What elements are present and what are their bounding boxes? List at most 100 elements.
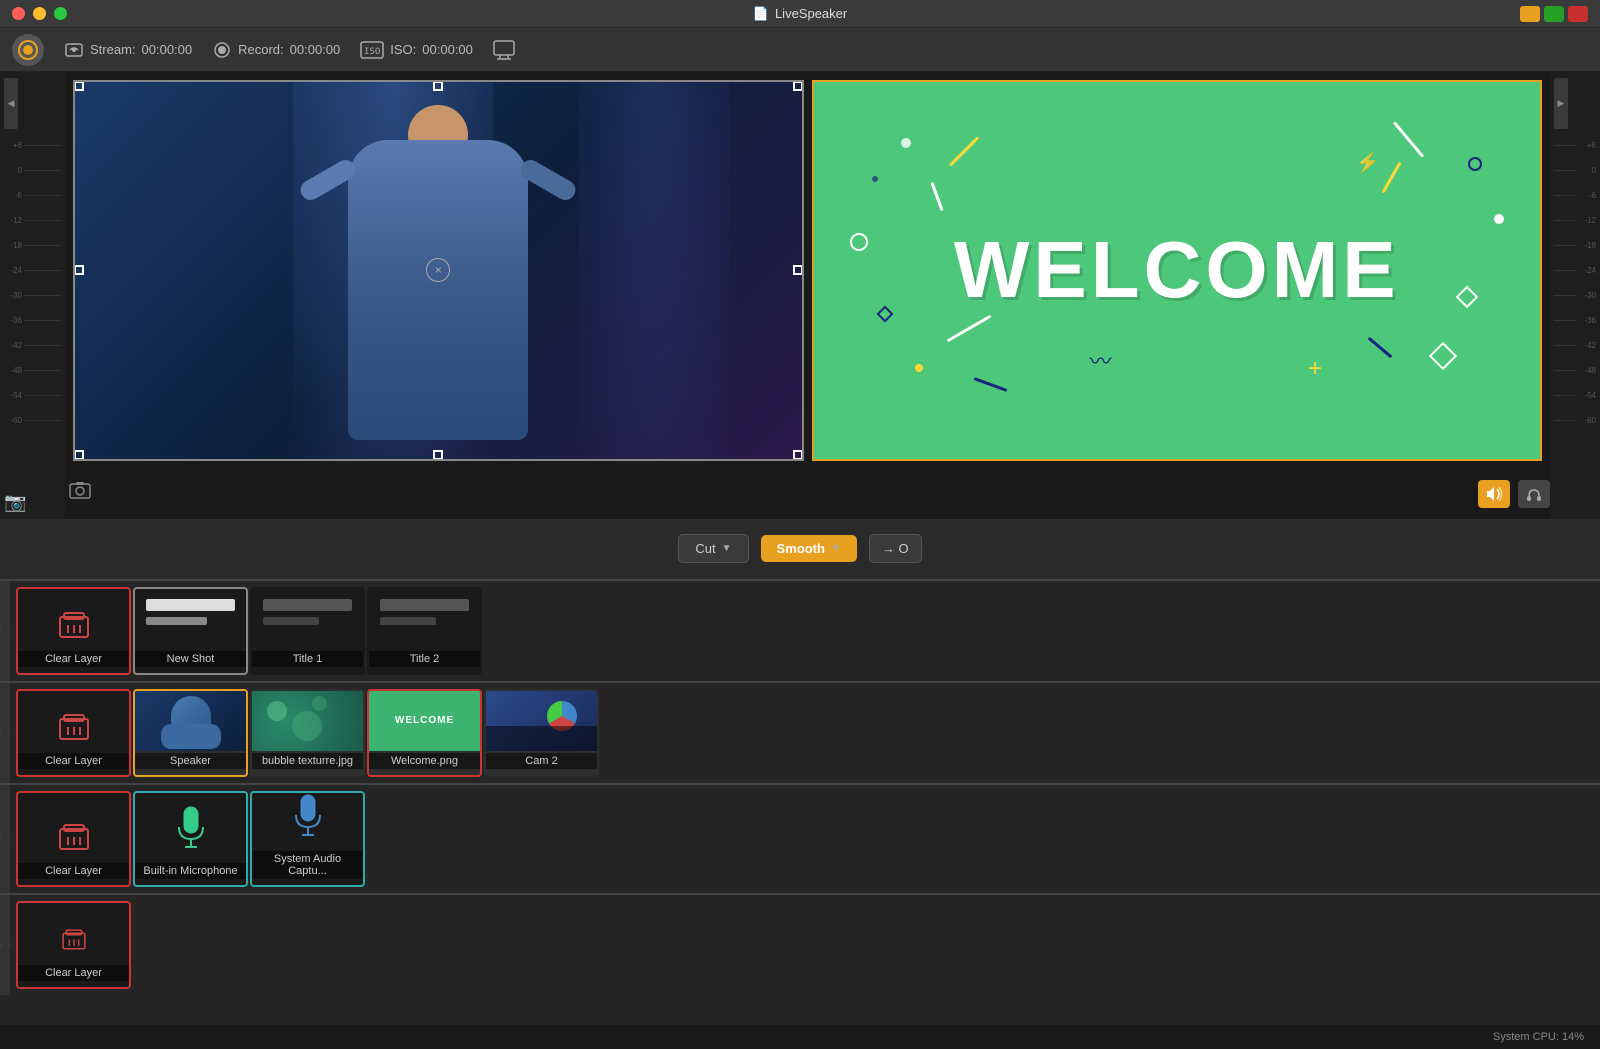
- shot-speaker[interactable]: Speaker: [133, 689, 248, 777]
- title-bar: 📄 LiveSpeaker: [0, 0, 1600, 28]
- system-audio-icon: [290, 793, 326, 845]
- layer-1-handle[interactable]: ⋮⋮: [0, 581, 10, 681]
- layer-3-handle[interactable]: ⋮⋮: [0, 785, 10, 893]
- crop-handle-br[interactable]: [793, 450, 803, 460]
- collapse-left-btn[interactable]: ◀: [4, 78, 18, 129]
- cpu-value: 14%: [1562, 1031, 1584, 1043]
- title-bar-window-buttons[interactable]: [1520, 6, 1588, 22]
- vu-scale--48: -48: [4, 358, 61, 383]
- layer-row-1: ⋮⋮ Clear Layer New: [0, 579, 1600, 681]
- clear-layer-1-label: Clear Layer: [18, 651, 129, 667]
- crop-handle-mr[interactable]: [793, 265, 803, 275]
- close-button[interactable]: [12, 7, 25, 20]
- layer-2-handle[interactable]: ⋮⋮: [0, 683, 10, 783]
- builtin-mic-label: Built-in Microphone: [135, 863, 246, 879]
- cut-button[interactable]: Cut ▼: [678, 534, 748, 563]
- speaker-output-btn[interactable]: [1478, 480, 1510, 508]
- transition-controls: Cut ▼ Smooth ▼ → O: [0, 519, 1600, 579]
- vu-r--48: -48: [1554, 358, 1596, 383]
- cut-chevron: ▼: [722, 543, 732, 554]
- layer-row-3: ⋮⋮ Clear Layer: [0, 783, 1600, 893]
- builtin-mic-icon: [173, 805, 209, 857]
- layer-4-items: Clear Layer: [10, 895, 1600, 995]
- vu-r--54: -54: [1554, 383, 1596, 408]
- clear-layer-icon-3: [54, 819, 94, 859]
- maximize-button[interactable]: [54, 7, 67, 20]
- vu-meter-right: ▶ +6 0 -6 -12 -18: [1550, 72, 1600, 519]
- new-shot-label: New Shot: [135, 651, 246, 667]
- cam2-audience: [486, 726, 597, 751]
- toolbar: Stream: 00:00:00 Record: 00:00:00 ISO IS…: [0, 28, 1600, 72]
- window-btn-2[interactable]: [1544, 6, 1564, 22]
- bubble-label: bubble texturre.jpg: [252, 753, 363, 769]
- crop-handle-bl[interactable]: [74, 450, 84, 460]
- vu-r--6: -6: [1554, 183, 1596, 208]
- preview-area: ×: [65, 72, 1550, 519]
- speaker-thumb: [135, 691, 246, 751]
- app-title: 📄 LiveSpeaker: [753, 6, 847, 22]
- crop-handle-tc[interactable]: [433, 81, 443, 91]
- svg-text:ISO: ISO: [364, 47, 380, 57]
- window-controls[interactable]: [12, 7, 67, 20]
- display-icon: [493, 40, 515, 60]
- layers-area: ⋮⋮ Clear Layer New: [0, 579, 1600, 1026]
- clear-layer-icon-2: [54, 709, 94, 749]
- crop-handle-tr[interactable]: [793, 81, 803, 91]
- vu-r--42: -42: [1554, 333, 1596, 358]
- crop-handle-bc[interactable]: [433, 450, 443, 460]
- vu-scale-0: 0: [4, 158, 61, 183]
- program-screen[interactable]: ×: [73, 80, 804, 461]
- vu-scale--6: -6: [4, 183, 61, 208]
- vu-r--24: -24: [1554, 258, 1596, 283]
- shot-clear-layer-3[interactable]: Clear Layer: [16, 791, 131, 887]
- window-btn-3[interactable]: [1568, 6, 1588, 22]
- crop-handle-tl[interactable]: [74, 81, 84, 91]
- vu-scale--30: -30: [4, 283, 61, 308]
- vu-scale--60: -60: [4, 408, 61, 433]
- layer-3-items: Clear Layer Built-in Microphone: [10, 785, 1600, 893]
- layer-row-4: ⋮⋮ Clear Layer: [0, 893, 1600, 995]
- minimize-button[interactable]: [33, 7, 46, 20]
- crop-handle-ml[interactable]: [74, 265, 84, 275]
- cam2-label: Cam 2: [486, 753, 597, 769]
- preview-bottom-bar: [65, 469, 1550, 519]
- shot-system-audio[interactable]: System Audio Captu...: [250, 791, 365, 887]
- bubble-thumb: [252, 691, 363, 751]
- crop-center-handle[interactable]: ×: [426, 258, 450, 282]
- vu-r--30: -30: [1554, 283, 1596, 308]
- transition-arrow-btn[interactable]: → O: [869, 534, 922, 563]
- shot-clear-layer-2[interactable]: Clear Layer: [16, 689, 131, 777]
- shot-title-2[interactable]: Title 2: [367, 587, 482, 675]
- shot-welcome[interactable]: WELCOME Welcome.png: [367, 689, 482, 777]
- shot-new-shot[interactable]: New Shot: [133, 587, 248, 675]
- vu-meter-left: ◀ +6 0 -6 -12 -18 -24: [0, 72, 65, 519]
- shot-clear-layer-4[interactable]: Clear Layer: [16, 901, 131, 989]
- output-buttons[interactable]: [1478, 480, 1550, 508]
- vu-r-0: 0: [1554, 158, 1596, 183]
- status-bar: System CPU: 14%: [0, 1025, 1600, 1049]
- cpu-label: System CPU:: [1493, 1031, 1559, 1043]
- record-status: Record: 00:00:00: [212, 40, 340, 60]
- welcome-thumb: WELCOME: [369, 691, 480, 751]
- preview-screen[interactable]: ⚡ 〰 + WELCOME: [812, 80, 1543, 461]
- speaker-label: Speaker: [135, 753, 246, 769]
- iso-status: ISO ISO: 00:00:00: [360, 40, 473, 60]
- shot-clear-layer-1[interactable]: Clear Layer: [16, 587, 131, 675]
- shot-bubble[interactable]: bubble texturre.jpg: [250, 689, 365, 777]
- smooth-button[interactable]: Smooth ▼: [761, 535, 857, 562]
- clear-layer-2-label: Clear Layer: [18, 753, 129, 769]
- window-btn-1[interactable]: [1520, 6, 1540, 22]
- camera-settings-icon[interactable]: [65, 477, 95, 510]
- shot-builtin-mic[interactable]: Built-in Microphone: [133, 791, 248, 887]
- shot-cam2[interactable]: Cam 2: [484, 689, 599, 777]
- display-icon-item[interactable]: [493, 40, 515, 60]
- monitor-icon-left[interactable]: 📷: [4, 492, 61, 513]
- cam2-thumb: [486, 691, 597, 751]
- headphone-output-btn[interactable]: [1518, 480, 1550, 508]
- app-logo[interactable]: [12, 34, 44, 66]
- vu-scale--24: -24: [4, 258, 61, 283]
- layer-4-handle[interactable]: ⋮⋮: [0, 895, 10, 995]
- collapse-right-btn[interactable]: ▶: [1554, 78, 1568, 129]
- shot-title-1[interactable]: Title 1: [250, 587, 365, 675]
- record-icon: [212, 40, 232, 60]
